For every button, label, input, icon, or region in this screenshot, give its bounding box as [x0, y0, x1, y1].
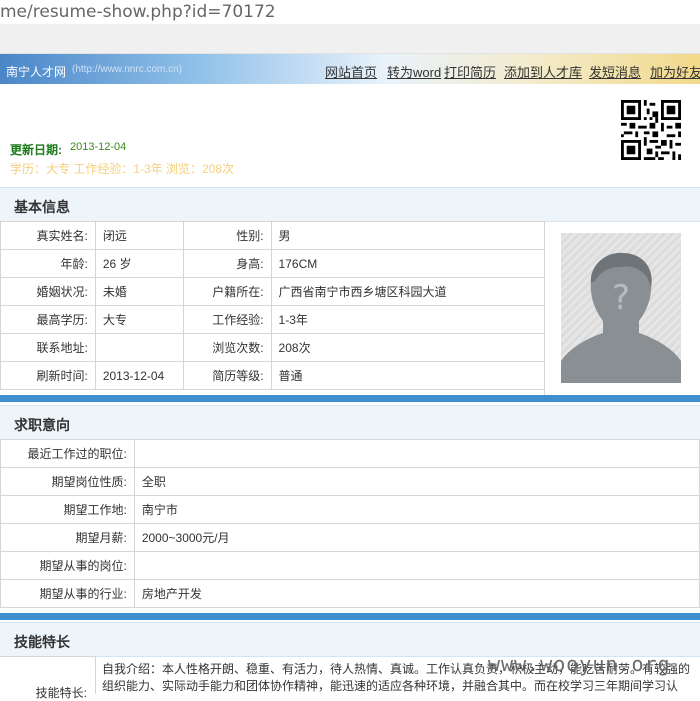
views-label: 浏览次数: [182, 333, 272, 362]
gender-value: 男 [270, 221, 546, 250]
section-divider [0, 613, 700, 620]
updated-date-value: 2013-12-04 [70, 141, 127, 153]
table-row: 联系地址: 浏览次数: 208次 [0, 333, 546, 362]
browser-toolbar-gap [0, 24, 700, 54]
nav-print[interactable]: 打印简历 [444, 62, 496, 81]
table-row: 最高学历: 大专 工作经验: 1-3年 [0, 305, 546, 334]
site-top-bar: 南宁人才网 (http://www.nnrc.com.cn) 网站首页 转为wo… [0, 54, 700, 84]
section-basic-info: 基本信息 [0, 187, 700, 222]
updated-date-label: 更新日期: [10, 143, 62, 157]
section-divider [0, 395, 700, 402]
nav-to-word[interactable]: 转为word [387, 62, 441, 81]
desired-job-label: 期望从事的岗位: [0, 551, 135, 580]
table-row: 期望工作地: 南宁市 [0, 495, 700, 524]
section-job-intent: 求职意向 [0, 405, 700, 440]
last-position-label: 最近工作过的职位: [0, 439, 135, 468]
table-row: 期望岗位性质: 全职 [0, 467, 700, 496]
url-text[interactable]: me/resume-show.php?id=70172 [0, 2, 276, 22]
age-value: 26 岁 [94, 249, 184, 278]
salary-value: 2000~3000元/月 [133, 523, 700, 552]
table-row: 最近工作过的职位: [0, 439, 700, 468]
section-title: 基本信息 [14, 199, 70, 215]
industry-value: 房地产开发 [133, 579, 700, 608]
job-nature-label: 期望岗位性质: [0, 467, 135, 496]
table-row: 期望从事的行业: 房地产开发 [0, 579, 700, 608]
avatar-placeholder-icon: ? [561, 233, 681, 383]
section-title: 技能特长 [14, 634, 70, 650]
qr-code-icon [621, 100, 681, 160]
work-place-label: 期望工作地: [0, 495, 135, 524]
height-label: 身高: [182, 249, 272, 278]
marital-label: 婚姻状况: [0, 277, 96, 306]
table-row: 年龄: 26 岁 身高: 176CM [0, 249, 546, 278]
experience-value: 1-3年 [270, 305, 546, 334]
table-row: 期望月薪: 2000~3000元/月 [0, 523, 700, 552]
age-label: 年龄: [0, 249, 96, 278]
table-row: 刷新时间: 2013-12-04 简历等级: 普通 [0, 361, 546, 390]
salary-label: 期望月薪: [0, 523, 135, 552]
table-row: 真实姓名: 闭远 性别: 男 [0, 221, 546, 250]
table-row: 婚姻状况: 未婚 户籍所在: 广西省南宁市西乡塘区科园大道 [0, 277, 546, 306]
address-label: 联系地址: [0, 333, 96, 362]
resume-summary: 学历：大专 工作经验：1-3年 浏览：208次 [10, 162, 235, 176]
views-value: 208次 [270, 333, 546, 362]
refresh-label: 刷新时间: [0, 361, 96, 390]
name-value: 闭远 [94, 221, 184, 250]
last-position-value [133, 439, 700, 468]
site-brand-url: (http://www.nnrc.com.cn) [72, 64, 183, 75]
nav-add-talent[interactable]: 添加到人才库 [504, 62, 582, 81]
job-intent-table: 最近工作过的职位: 期望岗位性质: 全职 期望工作地: 南宁市 期望月薪: 20… [0, 439, 700, 608]
job-nature-value: 全职 [133, 467, 700, 496]
watermark: www.wooyun.org [488, 652, 671, 676]
nav-send-sms[interactable]: 发短消息 [589, 62, 641, 81]
skills-label-cell: 技能特长: [0, 656, 96, 700]
education-value: 大专 [94, 305, 184, 334]
address-value [94, 333, 184, 362]
work-place-value: 南宁市 [133, 495, 700, 524]
hukou-label: 户籍所在: [182, 277, 272, 306]
desired-job-value [133, 551, 700, 580]
level-label: 简历等级: [182, 361, 272, 390]
level-value: 普通 [270, 361, 546, 390]
svg-text:?: ? [612, 278, 630, 318]
experience-label: 工作经验: [182, 305, 272, 334]
address-bar[interactable]: me/resume-show.php?id=70172 [0, 0, 700, 24]
marital-value: 未婚 [94, 277, 184, 306]
industry-label: 期望从事的行业: [0, 579, 135, 608]
basic-info-table: 真实姓名: 闭远 性别: 男 年龄: 26 岁 身高: 176CM 婚姻状况: … [0, 221, 546, 390]
nav-home[interactable]: 网站首页 [325, 62, 377, 81]
site-brand[interactable]: 南宁人才网 [6, 63, 66, 80]
hukou-value: 广西省南宁市西乡塘区科园大道 [270, 277, 546, 306]
section-title: 求职意向 [14, 417, 70, 433]
refresh-value: 2013-12-04 [94, 361, 184, 390]
education-label: 最高学历: [0, 305, 96, 334]
height-value: 176CM [270, 249, 546, 278]
name-label: 真实姓名: [0, 221, 96, 250]
gender-label: 性别: [182, 221, 272, 250]
table-row: 期望从事的岗位: [0, 551, 700, 580]
nav-add-friend[interactable]: 加为好友 [650, 62, 700, 81]
